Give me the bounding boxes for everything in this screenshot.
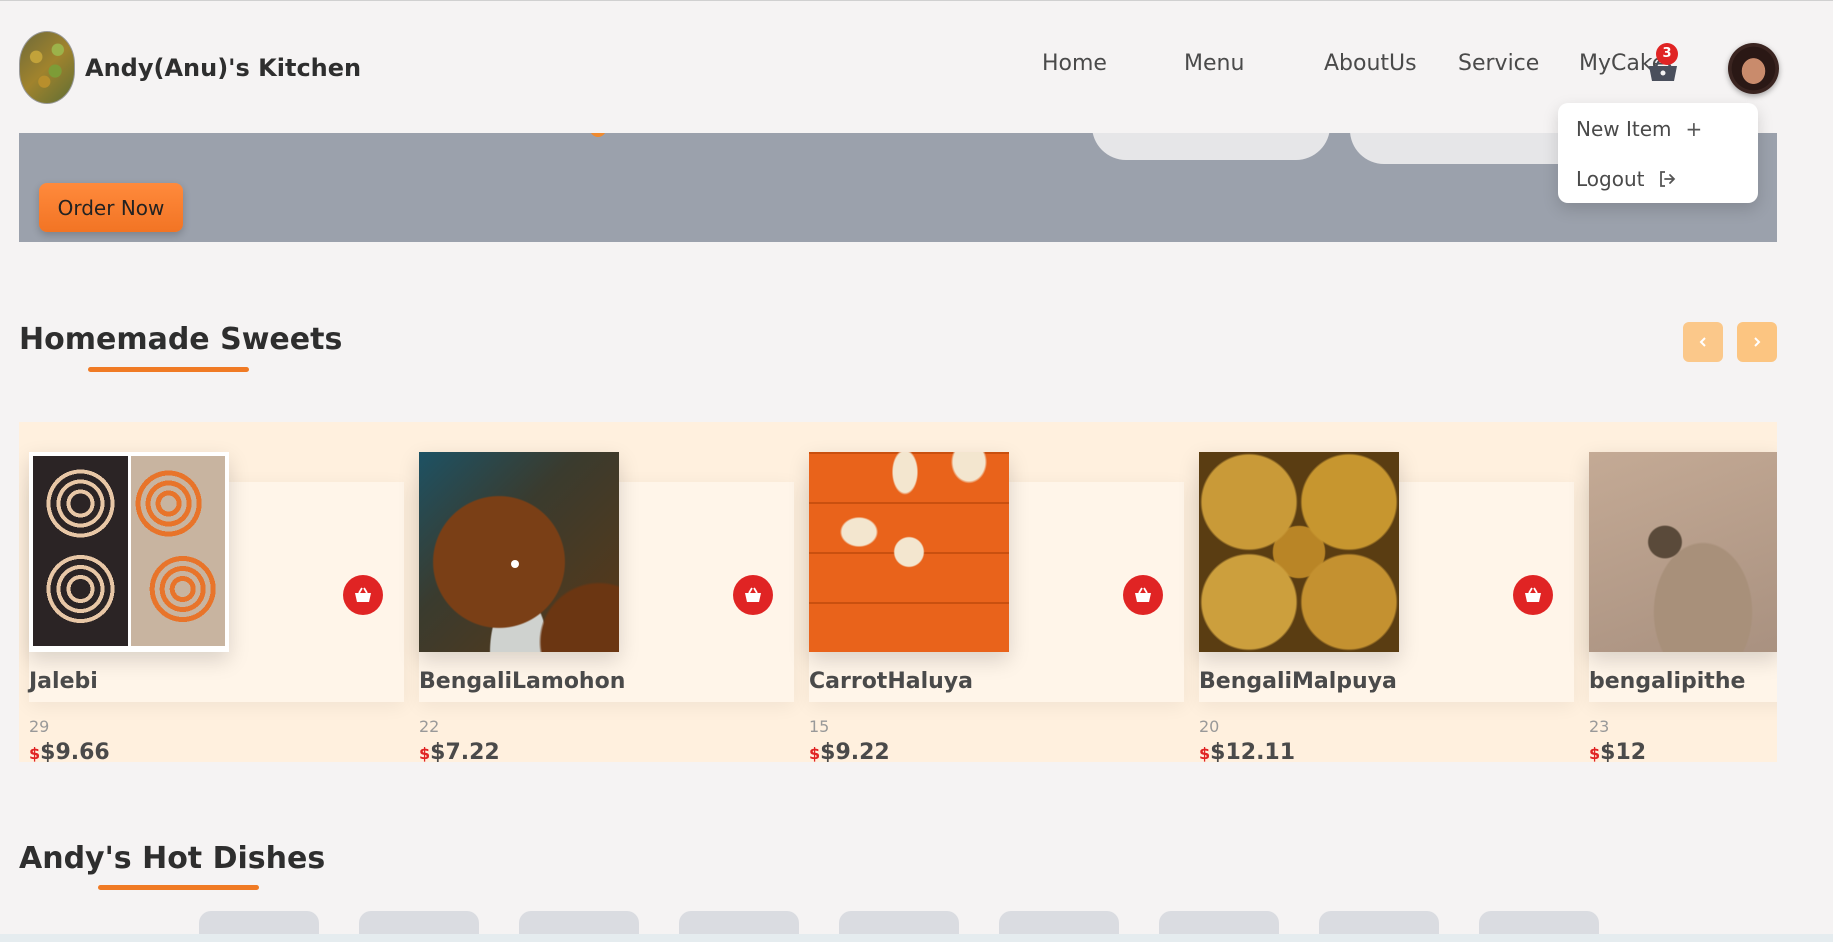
price-value: $9.66 (40, 740, 110, 762)
currency-symbol: $ (809, 744, 821, 762)
logout-label: Logout (1576, 167, 1645, 191)
nav-aboutus[interactable]: AboutUs (1324, 51, 1458, 76)
user-avatar[interactable] (1728, 43, 1779, 94)
add-to-cart-button[interactable] (733, 575, 773, 615)
nav-home[interactable]: Home (1042, 51, 1144, 76)
product-image (29, 452, 229, 652)
product-price: $$12.11 (1199, 740, 1295, 762)
add-to-cart-button[interactable] (1513, 575, 1553, 615)
section-title-hot-dishes: Andy's Hot Dishes (19, 841, 326, 876)
currency-symbol: $ (1199, 744, 1211, 762)
currency-symbol: $ (1589, 744, 1601, 762)
product-name: BengaliMalpuya (1199, 669, 1397, 694)
brand-name: Andy(Anu)'s Kitchen (85, 53, 362, 82)
product-card: BengaliMalpuya 20 $$12.11 (1199, 452, 1574, 762)
user-dropdown-menu: New Item + Logout (1558, 103, 1758, 203)
title-underline (88, 367, 249, 372)
basket-icon (1525, 587, 1541, 602)
logo-image (19, 31, 75, 104)
plus-icon: + (1685, 117, 1703, 141)
title-underline (98, 885, 259, 890)
logout-icon (1660, 171, 1676, 187)
order-now-button[interactable]: Order Now (39, 183, 183, 232)
sweets-carousel: Jalebi 29 $$9.66 BengaliLamohon 22 $$7.2… (19, 422, 1777, 762)
price-value: $9.22 (820, 740, 890, 762)
hero-card (1092, 133, 1330, 160)
basket-icon (745, 587, 761, 602)
hero-banner: Order Now (19, 133, 1777, 242)
product-image (419, 452, 619, 652)
basket-icon (355, 587, 371, 602)
carousel-next-button[interactable] (1737, 322, 1777, 362)
product-price: $$9.22 (809, 740, 890, 762)
carousel-prev-button[interactable] (1683, 322, 1723, 362)
product-name: bengalipithe (1589, 669, 1746, 694)
chevron-right-icon (1754, 337, 1761, 347)
brand-logo-link[interactable]: Andy(Anu)'s Kitchen (19, 31, 361, 104)
currency-symbol: $ (29, 744, 41, 762)
product-price: $$12 (1589, 740, 1646, 762)
basket-icon (1135, 587, 1151, 602)
hero-decoration (590, 133, 606, 137)
product-card: BengaliLamohon 22 $$7.22 (419, 452, 794, 762)
product-name: Jalebi (29, 669, 98, 694)
product-image (809, 452, 1009, 652)
add-to-cart-button[interactable] (343, 575, 383, 615)
section-title-sweets: Homemade Sweets (19, 322, 343, 357)
product-card: bengalipithe 23 $$12 (1589, 452, 1777, 762)
product-card: CarrotHaluya 15 $$9.22 (809, 452, 1184, 762)
product-image (1589, 452, 1777, 652)
new-item-menu-item[interactable]: New Item + (1576, 117, 1702, 141)
product-price: $$9.66 (29, 740, 110, 762)
price-value: $7.22 (430, 740, 500, 762)
product-card: Jalebi 29 $$9.66 (29, 452, 404, 762)
add-to-cart-button[interactable] (1123, 575, 1163, 615)
product-price: $$7.22 (419, 740, 500, 762)
product-quantity: 15 (809, 717, 830, 736)
price-value: $12 (1600, 740, 1647, 762)
currency-symbol: $ (419, 744, 431, 762)
horizontal-scrollbar[interactable] (0, 934, 1833, 942)
nav-menu[interactable]: Menu (1184, 51, 1284, 76)
chevron-left-icon (1699, 337, 1706, 347)
cart-count-badge: 3 (1656, 43, 1678, 65)
product-quantity: 20 (1199, 717, 1220, 736)
product-name: BengaliLamohon (419, 669, 626, 694)
product-quantity: 22 (419, 717, 440, 736)
nav-service[interactable]: Service (1458, 51, 1579, 76)
main-nav: Home Menu AboutUs Service MyCake (1042, 51, 1705, 76)
price-value: $12.11 (1210, 740, 1296, 762)
product-quantity: 23 (1589, 717, 1610, 736)
new-item-label: New Item (1576, 117, 1672, 141)
logout-menu-item[interactable]: Logout (1576, 167, 1676, 191)
product-name: CarrotHaluya (809, 669, 973, 694)
product-image (1199, 452, 1399, 652)
product-quantity: 29 (29, 717, 50, 736)
